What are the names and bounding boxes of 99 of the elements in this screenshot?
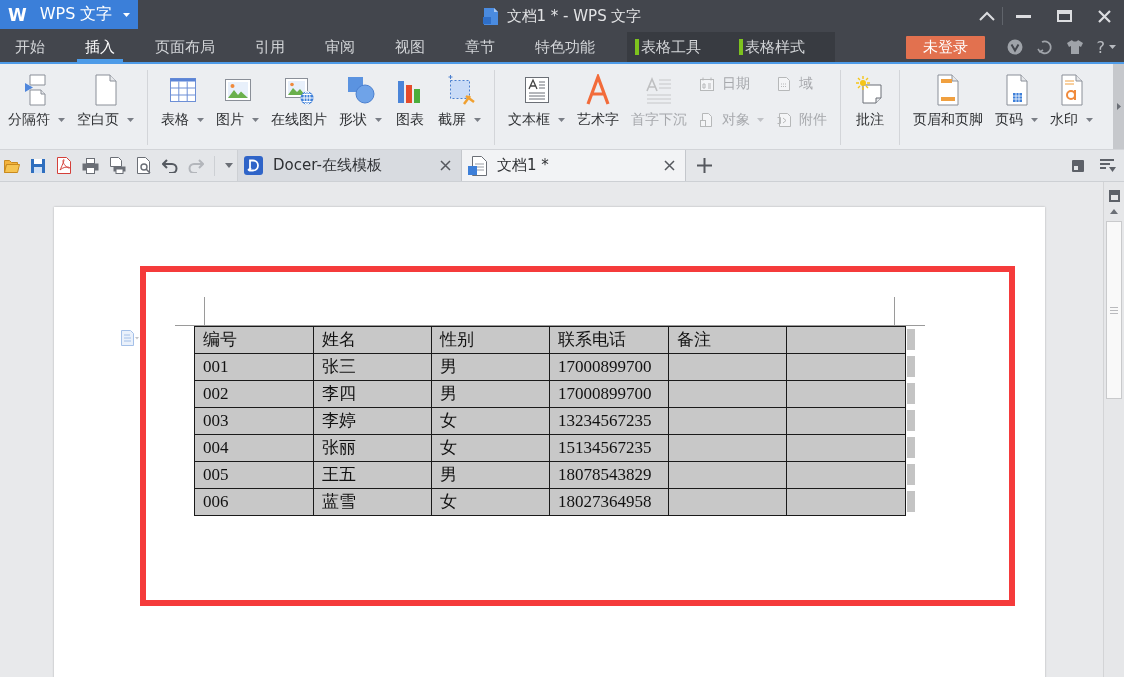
scroll-up-icon[interactable]: [1110, 209, 1118, 214]
ribbon-button[interactable]: 形状: [339, 74, 382, 128]
header-cell: 姓名: [313, 326, 432, 354]
chevron-up-icon[interactable]: [979, 11, 995, 21]
document-tab[interactable]: 文档1 *: [462, 150, 686, 181]
calendar-icon: [699, 76, 715, 92]
window-corner-icon[interactable]: [1072, 159, 1084, 172]
document-magnifier-icon[interactable]: [136, 157, 152, 174]
ribbon-button[interactable]: 文本框: [508, 74, 565, 128]
table-cell: 006: [194, 488, 314, 516]
close-icon[interactable]: [440, 160, 451, 171]
header-cell: 性别: [431, 326, 550, 354]
undo-icon[interactable]: [162, 158, 178, 173]
ribbon-button[interactable]: 页码: [995, 74, 1038, 128]
table-cell: 李四: [313, 380, 432, 408]
ribbon-button[interactable]: 分隔符: [8, 74, 65, 128]
menu-tab[interactable]: 插入: [77, 32, 123, 62]
row-end-marker-icon: [907, 410, 915, 431]
row-end-marker-icon: [907, 329, 915, 350]
table-cell: 001: [194, 353, 314, 381]
menu-tab[interactable]: 表格样式: [731, 32, 835, 62]
menu-tab[interactable]: 章节: [457, 32, 503, 62]
table-cell: 13234567235: [549, 407, 669, 435]
caret-icon[interactable]: [225, 163, 233, 168]
printer-icon[interactable]: [82, 157, 99, 174]
caret-icon: [123, 12, 130, 17]
table-cell: 蓝雪: [313, 488, 432, 516]
table-cell: 002: [194, 380, 314, 408]
minimize-icon[interactable]: [1016, 14, 1031, 18]
row-end-marker-icon: [907, 491, 915, 512]
circular-arrow-icon[interactable]: [1036, 39, 1053, 55]
app-logo: W: [8, 4, 27, 25]
table-cell: 15134567235: [549, 434, 669, 462]
tab-marker-icon: [739, 39, 743, 55]
table-cell: 张丽: [313, 434, 432, 462]
menu-tab[interactable]: 引用: [247, 32, 293, 62]
table-cell: 男: [431, 353, 550, 381]
table-cell: 王五: [313, 461, 432, 489]
document-bracket-icon: [776, 112, 792, 128]
scrollbar-thumb[interactable]: [1106, 221, 1122, 399]
table-cell: 女: [431, 407, 550, 435]
help-button[interactable]: ?: [1096, 37, 1116, 57]
menu-tab[interactable]: 表格工具: [627, 32, 731, 62]
row-end-marker-icon: [907, 356, 915, 377]
row-end-marker-icon: [907, 437, 915, 458]
document-dots-icon: [776, 76, 792, 92]
tab-marker-icon: [635, 39, 639, 55]
pdf-icon[interactable]: [56, 157, 72, 174]
ribbon-button[interactable]: 艺术字: [577, 74, 619, 128]
ribbon-button[interactable]: 截屏: [438, 74, 481, 128]
row-end-marker-icon: [907, 464, 915, 485]
list-arrow-icon[interactable]: [1100, 158, 1116, 173]
table-cell: 003: [194, 407, 314, 435]
table-cell: 004: [194, 434, 314, 462]
table-cell: 张三: [313, 353, 432, 381]
header-cell: 备注: [668, 326, 787, 354]
table-cell: 18078543829: [549, 461, 669, 489]
header-cell: 联系电话: [549, 326, 669, 354]
save-icon[interactable]: [30, 157, 46, 174]
table-cell: 女: [431, 488, 550, 516]
ribbon-button[interactable]: 页眉和页脚: [913, 74, 983, 128]
table-cell: 17000899700: [549, 353, 669, 381]
caret-right-icon: [1116, 103, 1121, 110]
document-tab[interactable]: Docer-在线模板: [238, 150, 462, 181]
window-title: 文档1 * - WPS 文字: [506, 6, 642, 26]
circle-emblem-icon[interactable]: [1006, 39, 1023, 55]
table-cell: 女: [431, 434, 550, 462]
app-menu-button[interactable]: W WPS 文字: [0, 0, 138, 29]
paragraph-marker-icon[interactable]: [121, 330, 139, 346]
table-cell: 005: [194, 461, 314, 489]
header-cell: 编号: [194, 326, 314, 354]
print-preview-icon[interactable]: [109, 157, 126, 174]
table-cell: 男: [431, 461, 550, 489]
caret-icon: [1109, 45, 1116, 49]
plus-icon[interactable]: [697, 158, 712, 173]
maximize-icon[interactable]: [1057, 10, 1072, 22]
menu-tab[interactable]: 特色功能: [527, 32, 603, 62]
document-icon: [482, 6, 499, 26]
menu-tab[interactable]: 页面布局: [147, 32, 223, 62]
menu-tab[interactable]: 视图: [387, 32, 433, 62]
close-icon[interactable]: [664, 160, 675, 171]
ribbon-button[interactable]: 图表: [394, 74, 426, 128]
menu-tab[interactable]: 开始: [7, 32, 53, 62]
ribbon-button[interactable]: 水印: [1050, 74, 1093, 128]
ribbon-button[interactable]: 批注: [854, 74, 886, 128]
t-shirt-icon[interactable]: [1066, 39, 1083, 55]
table-cell: 17000899700: [549, 380, 669, 408]
table-cell: 李婷: [313, 407, 432, 435]
table-cell: 18027364958: [549, 488, 669, 516]
row-end-marker-icon: [907, 383, 915, 404]
ribbon-button[interactable]: 在线图片: [271, 74, 327, 128]
table-cell: 男: [431, 380, 550, 408]
ribbon-button[interactable]: 空白页: [77, 74, 134, 128]
ribbon-button[interactable]: 图片: [216, 74, 259, 128]
split-window-icon[interactable]: [1108, 190, 1120, 202]
ribbon-button[interactable]: 表格: [161, 74, 204, 128]
document-icon: [468, 155, 487, 176]
rounded-d-logo-icon: [244, 156, 263, 175]
menu-tab[interactable]: 审阅: [317, 32, 363, 62]
